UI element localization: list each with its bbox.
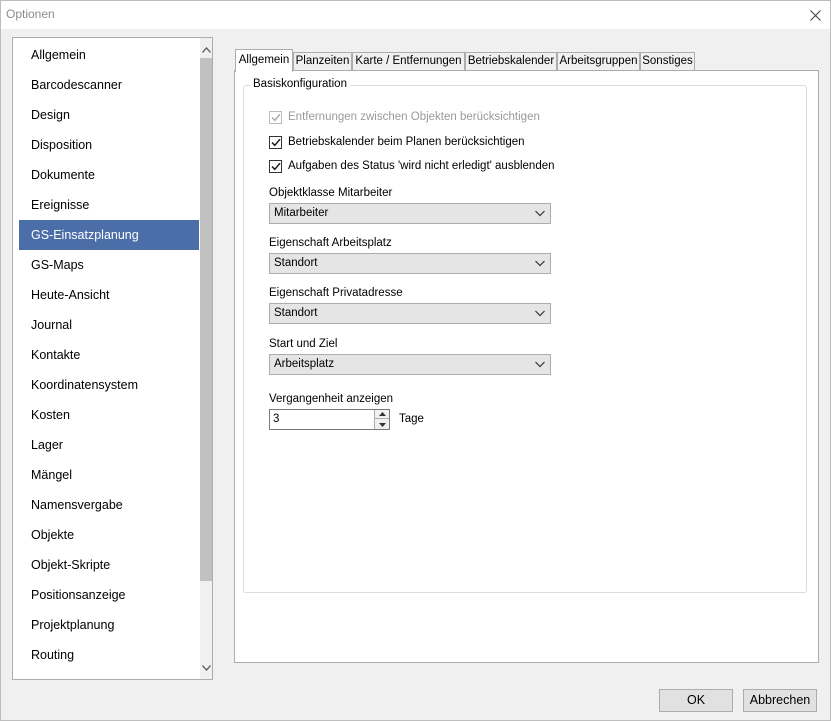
title-bar: Optionen bbox=[1, 1, 830, 29]
chevron-down-icon bbox=[202, 664, 211, 671]
nav-item-objekt-skripte[interactable]: Objekt-Skripte bbox=[19, 550, 199, 580]
chevron-down-icon bbox=[535, 210, 545, 217]
nav-item-routing[interactable]: Routing bbox=[19, 640, 199, 670]
checkbox-label: Entfernungen zwischen Objekten berücksic… bbox=[288, 111, 540, 123]
nav-item-gs-maps[interactable]: GS-Maps bbox=[19, 250, 199, 280]
tab-allgemein[interactable]: Allgemein bbox=[235, 49, 293, 72]
check-icon bbox=[271, 162, 281, 170]
select-value: Standort bbox=[274, 257, 318, 269]
checkbox-label: Aufgaben des Status 'wird nicht erledigt… bbox=[288, 160, 555, 172]
spinner-down-button[interactable] bbox=[375, 420, 389, 429]
triangle-down-icon bbox=[378, 422, 386, 427]
options-dialog: Optionen Allgemein Barcodescanner Design… bbox=[0, 0, 831, 721]
checkbox-box[interactable] bbox=[269, 110, 282, 124]
nav-item-gs-einsatzplanung[interactable]: GS-Einsatzplanung bbox=[19, 220, 199, 250]
window-title: Optionen bbox=[6, 7, 55, 21]
nav-item-namensvergabe[interactable]: Namensvergabe bbox=[19, 490, 199, 520]
select-value: Arbeitsplatz bbox=[274, 358, 335, 370]
tab-karte-entfernungen[interactable]: Karte / Entfernungen bbox=[352, 52, 465, 71]
nav-item-ereignisse[interactable]: Ereignisse bbox=[19, 190, 199, 220]
chevron-down-icon bbox=[535, 260, 545, 267]
objektklasse-select[interactable]: Mitarbeiter bbox=[269, 203, 551, 224]
unit-label: Tage bbox=[399, 413, 424, 425]
nav-item-barcodescanner[interactable]: Barcodescanner bbox=[19, 70, 199, 100]
close-button[interactable] bbox=[800, 1, 830, 29]
privatadresse-label: Eigenschaft Privatadresse bbox=[269, 287, 403, 299]
chevron-up-icon bbox=[202, 46, 211, 53]
start-ziel-select[interactable]: Arbeitsplatz bbox=[269, 354, 551, 375]
nav-item-dokumente[interactable]: Dokumente bbox=[19, 160, 199, 190]
checkbox-box[interactable] bbox=[269, 159, 282, 173]
check-icon bbox=[271, 138, 281, 146]
checkbox-aufgaben-ausblenden[interactable]: Aufgaben des Status 'wird nicht erledigt… bbox=[269, 158, 555, 174]
select-value: Standort bbox=[274, 307, 318, 319]
list-scrollbar[interactable] bbox=[200, 38, 212, 679]
start-ziel-label: Start und Ziel bbox=[269, 338, 338, 350]
tab-panel-allgemein: Basiskonfiguration Entfernungen zwischen… bbox=[234, 70, 819, 663]
nav-item-koordinatensystem[interactable]: Koordinatensystem bbox=[19, 370, 199, 400]
checkbox-entfernungen[interactable]: Entfernungen zwischen Objekten berücksic… bbox=[269, 109, 540, 125]
vergangenheit-label: Vergangenheit anzeigen bbox=[269, 393, 394, 405]
spinner-value[interactable]: 3 bbox=[273, 413, 279, 425]
scroll-down-button[interactable] bbox=[200, 659, 212, 676]
scroll-thumb[interactable] bbox=[200, 58, 212, 581]
ok-button[interactable]: OK bbox=[659, 689, 733, 712]
arbeitsplatz-select[interactable]: Standort bbox=[269, 253, 551, 274]
checkbox-box[interactable] bbox=[269, 135, 282, 149]
tab-sonstiges[interactable]: Sonstiges bbox=[640, 52, 695, 71]
nav-item-design[interactable]: Design bbox=[19, 100, 199, 130]
nav-item-lager[interactable]: Lager bbox=[19, 430, 199, 460]
tab-planzeiten[interactable]: Planzeiten bbox=[293, 52, 352, 71]
tab-arbeitsgruppen[interactable]: Arbeitsgruppen bbox=[557, 52, 640, 71]
chevron-down-icon bbox=[535, 310, 545, 317]
tab-betriebskalender[interactable]: Betriebskalender bbox=[465, 52, 557, 71]
nav-item-objekte[interactable]: Objekte bbox=[19, 520, 199, 550]
nav-item-heute-ansicht[interactable]: Heute-Ansicht bbox=[19, 280, 199, 310]
basiskonfiguration-group: Basiskonfiguration Entfernungen zwischen… bbox=[243, 78, 807, 593]
options-category-list[interactable]: Allgemein Barcodescanner Design Disposit… bbox=[12, 37, 213, 680]
spinner-buttons bbox=[374, 410, 389, 429]
close-icon bbox=[809, 9, 821, 21]
objektklasse-label: Objektklasse Mitarbeiter bbox=[269, 187, 393, 199]
cancel-button[interactable]: Abbrechen bbox=[743, 689, 817, 712]
nav-item-kosten[interactable]: Kosten bbox=[19, 400, 199, 430]
privatadresse-select[interactable]: Standort bbox=[269, 303, 551, 324]
spinner-up-button[interactable] bbox=[375, 410, 389, 419]
triangle-up-icon bbox=[378, 412, 386, 416]
arbeitsplatz-label: Eigenschaft Arbeitsplatz bbox=[269, 237, 392, 249]
group-label: Basiskonfiguration bbox=[250, 78, 350, 90]
checkbox-betriebskalender[interactable]: Betriebskalender beim Planen berücksicht… bbox=[269, 134, 525, 150]
nav-item-allgemein[interactable]: Allgemein bbox=[19, 40, 199, 70]
nav-item-maengel[interactable]: Mängel bbox=[19, 460, 199, 490]
nav-item-kontakte[interactable]: Kontakte bbox=[19, 340, 199, 370]
chevron-down-icon bbox=[535, 361, 545, 368]
checkbox-label: Betriebskalender beim Planen berücksicht… bbox=[288, 136, 525, 148]
nav-item-disposition[interactable]: Disposition bbox=[19, 130, 199, 160]
nav-item-journal[interactable]: Journal bbox=[19, 310, 199, 340]
check-icon bbox=[271, 113, 281, 121]
nav-item-positionsanzeige[interactable]: Positionsanzeige bbox=[19, 580, 199, 610]
vergangenheit-spinner[interactable]: 3 bbox=[269, 409, 390, 430]
scroll-up-button[interactable] bbox=[200, 41, 212, 58]
select-value: Mitarbeiter bbox=[274, 207, 329, 219]
nav-item-projektplanung[interactable]: Projektplanung bbox=[19, 610, 199, 640]
